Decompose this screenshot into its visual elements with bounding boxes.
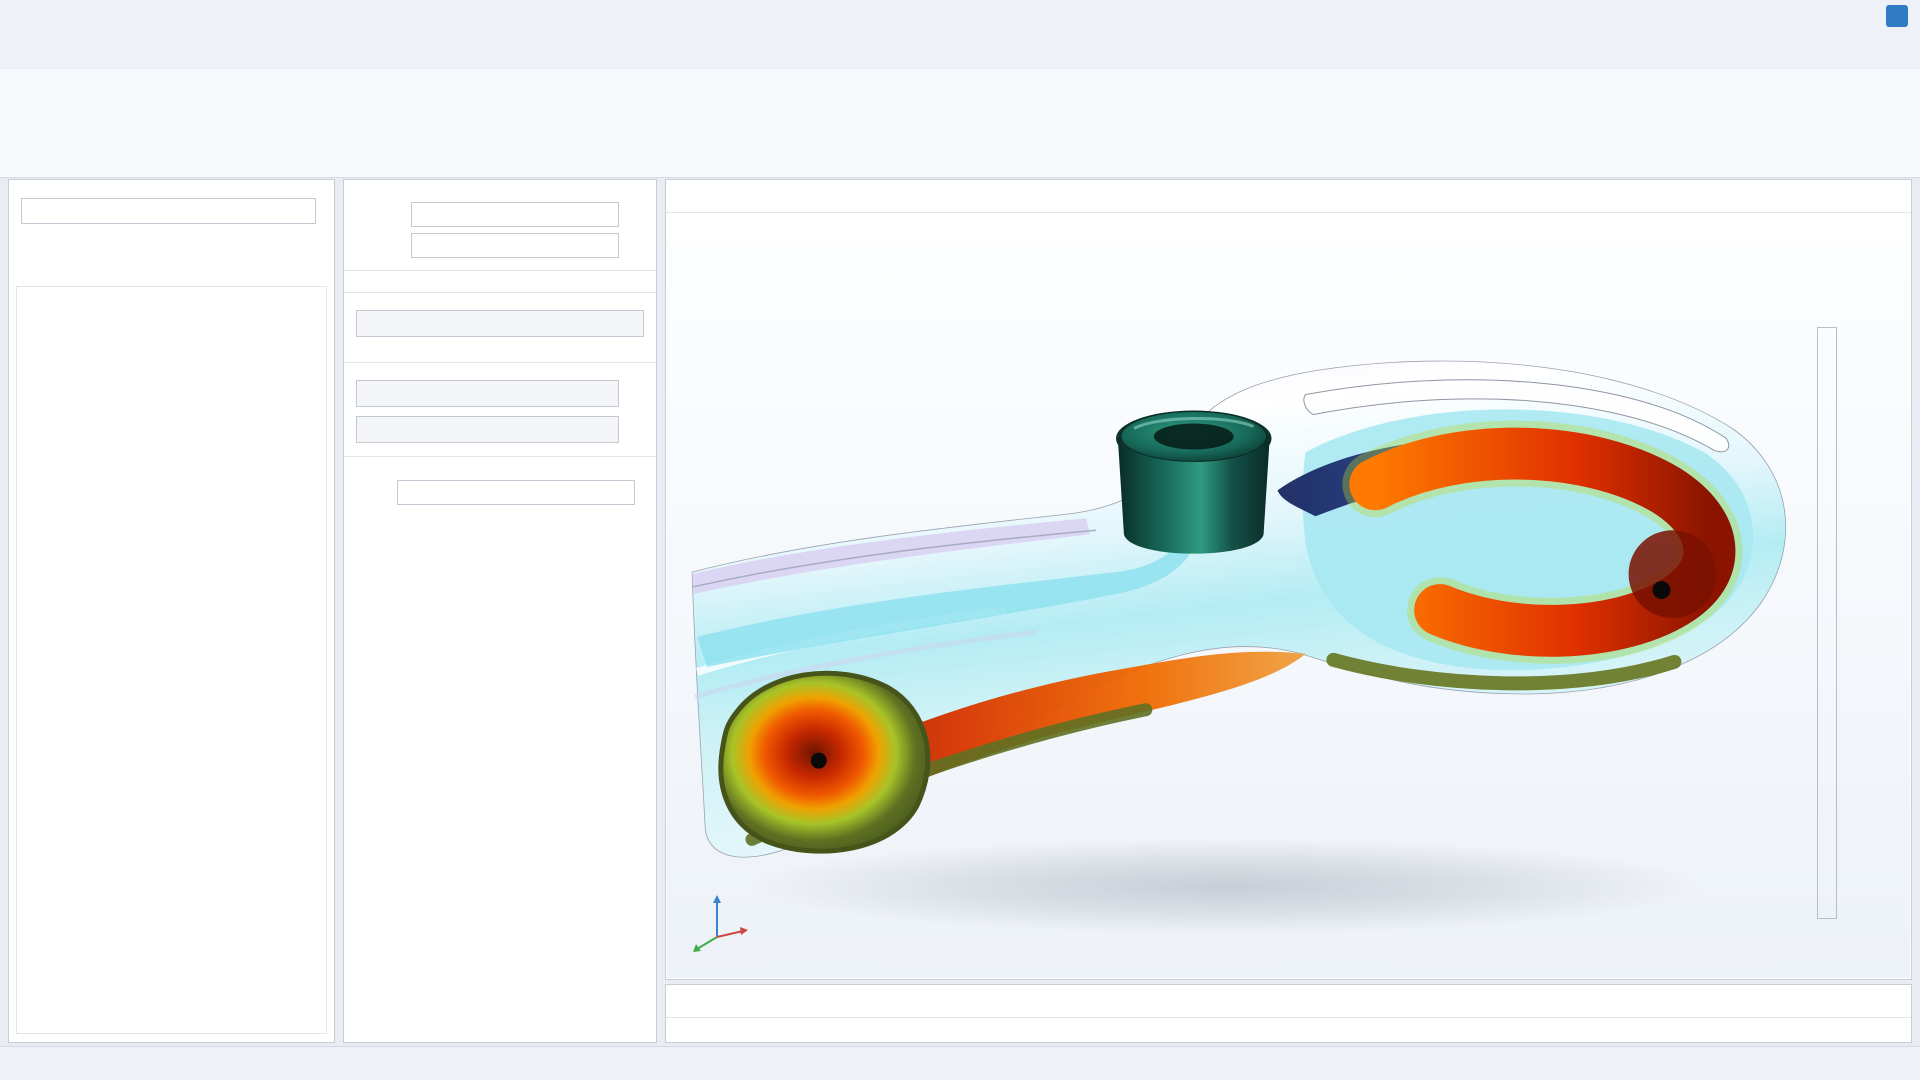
color-legend-bar [1817, 327, 1837, 919]
graphics-canvas[interactable] [667, 243, 1910, 978]
messages-panel [665, 984, 1912, 1043]
probe-point-left [811, 753, 827, 769]
tree-filter-input[interactable] [21, 198, 316, 224]
heat-of-reaction-input[interactable] [397, 480, 635, 505]
graphics-toolbar [666, 213, 1911, 244]
messages-tab-strip [666, 985, 1911, 1018]
label-input[interactable] [411, 202, 619, 227]
section-coupled-interfaces [344, 362, 656, 447]
ribbon-tab-bar [0, 37, 1920, 69]
help-button[interactable] [1886, 5, 1908, 27]
status-bar [0, 1046, 1920, 1080]
curing-reaction-select[interactable] [356, 380, 619, 407]
graphics-panel [665, 179, 1912, 980]
equation-assuming-select[interactable] [356, 310, 644, 337]
messages-toolbar [666, 1018, 1911, 1028]
settings-panel: ≣ [343, 179, 657, 1043]
settings-subtitle [344, 189, 656, 199]
model-builder-panel [8, 179, 335, 1043]
axis-orientation-triad [681, 879, 761, 959]
probe-point-right [1653, 581, 1671, 599]
model-builder-toolbar [9, 189, 334, 195]
model-tree [16, 286, 327, 1034]
3d-model-rendering [667, 243, 1910, 978]
section-domain-selection[interactable] [344, 270, 656, 283]
title-bar [0, 0, 1920, 37]
heat-transfer-select[interactable] [356, 416, 619, 443]
graphics-tab-strip [666, 180, 1911, 213]
ribbon [0, 69, 1920, 178]
name-input[interactable] [411, 233, 619, 258]
section-reaction-heat-source [344, 456, 656, 478]
section-equation [344, 292, 656, 353]
